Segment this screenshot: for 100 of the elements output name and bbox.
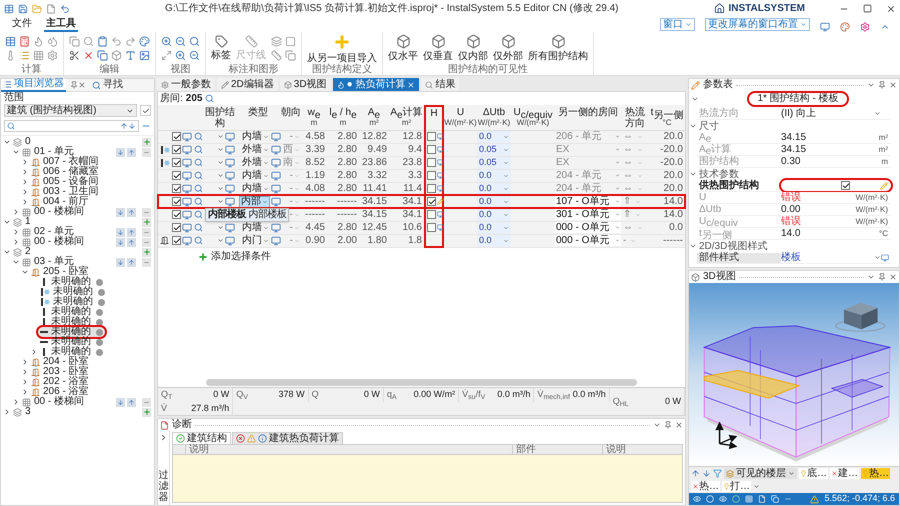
search-icon[interactable] (194, 184, 203, 193)
move-down-button[interactable] (116, 148, 125, 156)
checkbox[interactable] (172, 158, 181, 167)
tree-item[interactable]: 205 - 卧室 (29, 267, 91, 277)
utb-dropdown[interactable]: 0.0 (477, 131, 511, 142)
collapse-chevron-icon[interactable] (20, 268, 28, 276)
expand-chevron-icon[interactable] (159, 433, 168, 442)
layer-tab[interactable]: 建… (830, 468, 859, 479)
scope-dropdown[interactable]: 建筑 (围护结构视图) (4, 104, 137, 117)
monitor-icon[interactable] (182, 236, 192, 246)
ribbon-button[interactable]: 所有围护结构 (528, 34, 588, 62)
panel-tab[interactable]: 项目浏览器 (1, 78, 66, 92)
scissors-icon[interactable] (69, 50, 80, 60)
tree-item[interactable]: 02 - 单元 (20, 227, 76, 237)
maximize-icon[interactable] (863, 4, 872, 13)
monitor-icon[interactable] (437, 185, 444, 192)
type-dropdown[interactable]: 外墙 (241, 158, 270, 168)
table-row[interactable]: 外墙 西 3.39 2.80 9.49 9.4 0.05 EX ⇔ -20.0 (158, 143, 685, 156)
ruler-icon[interactable] (271, 50, 282, 60)
settings-icon[interactable] (860, 22, 870, 32)
table-row[interactable]: 内墙 - 1.19 2.80 3.32 3.3 0.0 204 - 单元 ⇔ 20.0 (158, 169, 685, 182)
dropdown-icon[interactable] (653, 421, 661, 429)
eye-icon[interactable] (719, 495, 727, 503)
monitor-icon[interactable] (437, 146, 444, 153)
checkbox[interactable] (172, 171, 181, 180)
tree-item[interactable]: 3 (11, 407, 33, 417)
type-dropdown[interactable]: 内墙 (241, 222, 270, 232)
utb-dropdown[interactable]: 0.05 (477, 144, 511, 155)
tree-item[interactable]: 2 (11, 247, 33, 257)
remove-button[interactable] (142, 208, 151, 216)
arrow-up-icon[interactable] (120, 122, 128, 130)
settings-icon[interactable] (47, 50, 58, 60)
monitor-icon[interactable] (182, 158, 192, 168)
type-dropdown[interactable]: 外墙 (241, 144, 270, 154)
close-icon[interactable] (889, 81, 897, 89)
monitor-icon[interactable] (271, 132, 281, 142)
editor-tab[interactable]: 一般参数 (157, 78, 215, 91)
search-icon[interactable] (205, 94, 214, 103)
utb-dropdown[interactable]: 0.0 (477, 222, 511, 233)
diagnostics-tab[interactable]: 建筑热负荷计算 (232, 432, 343, 444)
sphere-icon[interactable] (732, 495, 740, 503)
monitor-icon[interactable] (225, 170, 235, 180)
checkbox[interactable] (427, 171, 436, 180)
monitor-icon[interactable] (437, 172, 444, 179)
checkbox[interactable] (841, 181, 850, 190)
tree-item[interactable]: 003 - 卫生间 (29, 187, 101, 197)
utb-dropdown[interactable]: 0.0 (477, 235, 511, 246)
checkbox[interactable] (427, 184, 436, 193)
tree-item[interactable]: 03 - 单元 (20, 257, 76, 267)
checkbox[interactable] (427, 223, 436, 232)
tree-item[interactable]: 004 - 前厅 (29, 197, 91, 207)
tree-item[interactable]: 01 - 单元 (20, 147, 76, 157)
pencil-icon[interactable] (437, 198, 444, 205)
search-icon[interactable] (194, 158, 203, 167)
remove-button[interactable] (142, 148, 151, 156)
pin-icon[interactable] (664, 421, 672, 429)
confirm-button[interactable] (140, 105, 151, 116)
add-button[interactable] (142, 218, 151, 226)
type-dropdown[interactable]: 内墙 (241, 184, 270, 194)
window-layout-dropdown[interactable]: 窗口 (660, 18, 695, 31)
utb-dropdown[interactable]: 0.05 (477, 157, 511, 168)
tree-item[interactable]: 203 - 卧室 (29, 367, 91, 377)
table-row[interactable]: 内门 - 0.90 2.00 1.80 1.8 0.0 000 - O单元 - ------ (158, 234, 685, 247)
monitor-icon[interactable] (437, 224, 444, 231)
save-icon[interactable] (18, 4, 28, 14)
tree-item[interactable]: 204 - 卧室 (29, 357, 91, 367)
palette-icon[interactable] (139, 36, 150, 46)
utb-dropdown[interactable]: 0.0 (477, 209, 511, 220)
monitor-icon[interactable] (437, 211, 444, 218)
close-icon[interactable] (886, 4, 896, 14)
delete-icon[interactable] (83, 50, 94, 60)
editor-tab[interactable]: 结果 (421, 78, 460, 91)
close-icon[interactable] (675, 421, 683, 429)
filter-icon[interactable] (713, 469, 722, 478)
remove-button[interactable] (142, 258, 151, 266)
ribbon-button[interactable]: 从另一项目导入 (307, 32, 377, 64)
checkbox[interactable] (172, 145, 181, 154)
monitor-icon[interactable] (182, 144, 192, 154)
monitor-icon[interactable] (225, 222, 235, 232)
ribbon-button[interactable]: 仅内部 (458, 34, 488, 62)
copy-icon[interactable] (97, 50, 108, 60)
collapse-chevron-icon[interactable] (689, 170, 697, 178)
search-icon[interactable] (189, 36, 200, 46)
dropdown-icon[interactable] (867, 81, 875, 89)
copy-icon[interactable] (285, 50, 296, 60)
tree-item[interactable]: 未明确的 (38, 307, 105, 317)
add-button[interactable] (142, 138, 151, 146)
arrow-down-icon[interactable] (702, 469, 711, 478)
tree-item[interactable]: 007 - 衣帽间 (29, 157, 101, 167)
floor-filter-dropdown[interactable]: 可见的楼层 (724, 468, 797, 479)
layer-tab[interactable]: 打… (722, 481, 751, 492)
tree-item[interactable]: 未明确的 (38, 347, 105, 357)
monitor-icon[interactable] (225, 132, 235, 142)
move-down-button[interactable] (116, 228, 125, 236)
checkbox[interactable] (427, 132, 436, 141)
monitor-icon[interactable] (271, 236, 281, 246)
search-field[interactable] (4, 120, 139, 132)
monitor-icon[interactable] (225, 184, 235, 194)
other-room-dropdown[interactable]: 000 - O单元 (555, 235, 621, 246)
tree-item[interactable]: 未明确的 (38, 337, 105, 347)
